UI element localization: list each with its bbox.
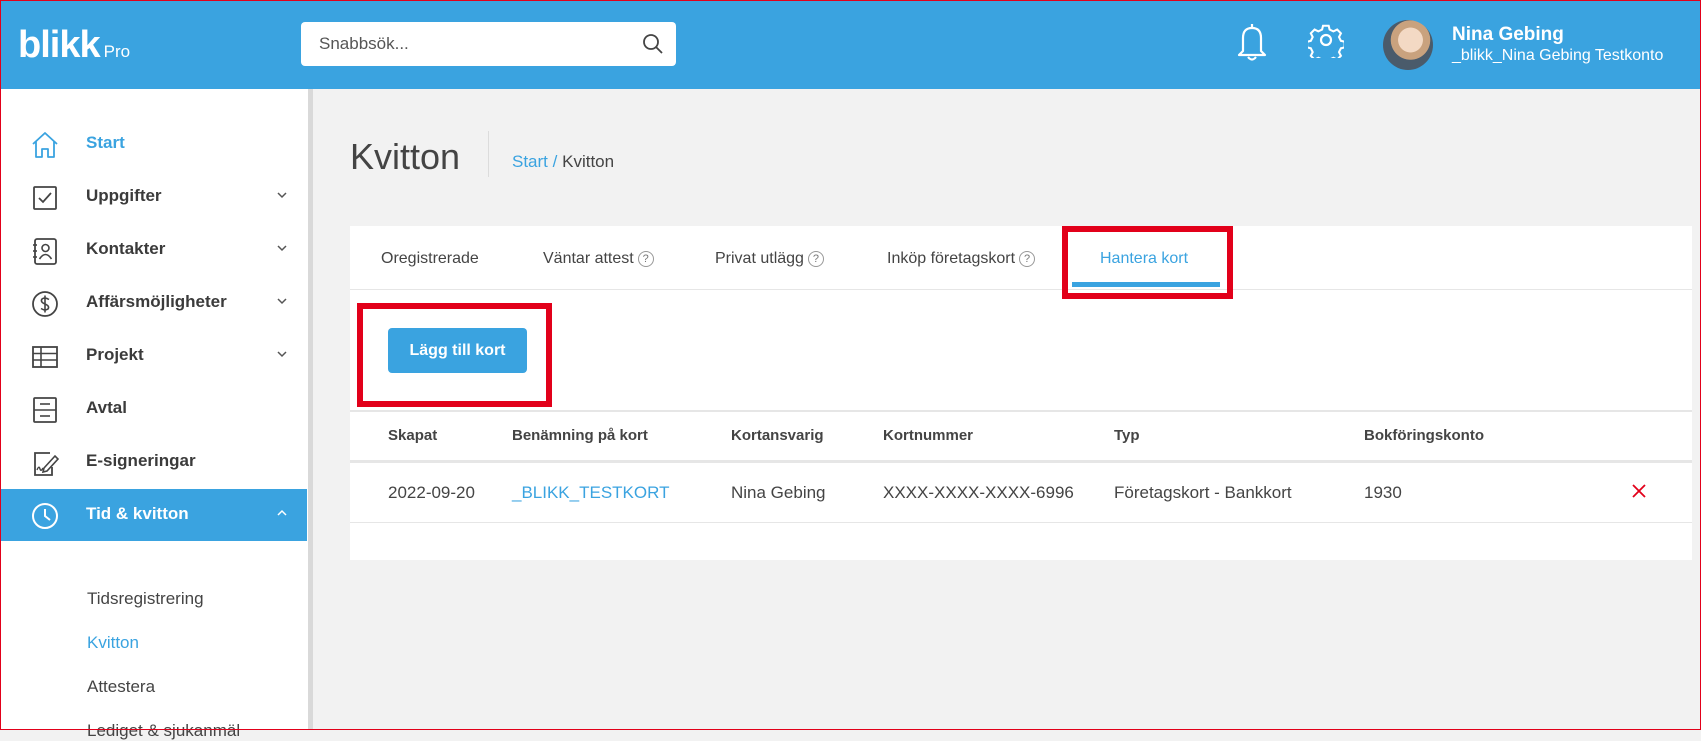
gear-icon[interactable]	[1308, 22, 1344, 58]
sidebar-subitem-tidsregistrering[interactable]: Tidsregistrering	[87, 589, 204, 609]
breadcrumb-start-link[interactable]: Start	[512, 152, 548, 171]
sidebar-item-uppgifter[interactable]: Uppgifter	[0, 171, 307, 223]
sidebar-subitem-kvitton[interactable]: Kvitton	[87, 633, 139, 653]
delete-icon[interactable]	[1631, 483, 1647, 499]
active-tab-indicator	[1072, 282, 1220, 287]
receipts-card: Oregistrerade Väntar attest? Privat utlä…	[350, 226, 1692, 560]
chevron-down-icon[interactable]	[276, 295, 288, 307]
contact-book-icon	[33, 238, 57, 265]
blikk-logo[interactable]: blikk Pro	[18, 24, 130, 67]
tab-oregistrerade[interactable]: Oregistrerade	[381, 250, 479, 268]
search-input[interactable]	[317, 33, 621, 55]
checkbox-icon	[33, 186, 57, 210]
column-header-kortnummer[interactable]: Kortnummer	[883, 427, 973, 444]
chevron-down-icon[interactable]	[276, 348, 288, 360]
column-header-bokforingskonto[interactable]: Bokföringskonto	[1364, 427, 1484, 444]
column-header-skapat[interactable]: Skapat	[388, 427, 437, 444]
page-title: Kvitton	[350, 136, 461, 177]
breadcrumb-current: Kvitton	[562, 152, 615, 171]
chevron-up-icon[interactable]	[276, 507, 288, 519]
sidebar-item-affarsmojligheter[interactable]: Affärsmöjligheter	[0, 277, 307, 329]
user-account[interactable]: _blikk_Nina Gebing Testkonto	[1452, 47, 1663, 65]
row-divider	[350, 522, 1692, 523]
sidebar-scrollbar[interactable]	[308, 89, 313, 730]
table-icon	[32, 346, 58, 368]
dollar-icon	[32, 291, 58, 317]
tab-inkop-foretagskort[interactable]: Inköp företagskort?	[887, 250, 1036, 268]
sidebar: Start Uppgifter Kontakter Affärsmöjlighe…	[0, 89, 311, 740]
breadcrumb-separator: /	[552, 152, 558, 171]
top-bar: blikkPro Nina Gebing _blikk_Nina Gebing …	[0, 0, 1701, 89]
signature-icon	[34, 452, 60, 476]
table-divider	[350, 410, 1692, 412]
cell-bokforingskonto: 1930	[1364, 483, 1402, 502]
sidebar-item-kontakter[interactable]: Kontakter	[0, 224, 307, 276]
tab-hantera-kort[interactable]: Hantera kort	[1100, 250, 1188, 268]
sidebar-item-e-signeringar[interactable]: E-signeringar	[0, 436, 307, 488]
cell-skapat: 2022-09-20	[388, 483, 475, 502]
clock-icon	[32, 503, 58, 529]
avatar[interactable]	[1383, 20, 1433, 70]
sidebar-item-projekt[interactable]: Projekt	[0, 330, 307, 382]
tab-bar: Oregistrerade Väntar attest? Privat utlä…	[350, 226, 1692, 290]
sidebar-item-avtal[interactable]: Avtal	[0, 383, 307, 435]
chevron-down-icon[interactable]	[276, 189, 288, 201]
card-name-link[interactable]: _BLIKK_TESTKORT	[512, 483, 669, 503]
search-icon[interactable]	[642, 33, 664, 55]
sidebar-subitem-ledighet[interactable]: Lediget & sjukanmäl	[87, 721, 240, 741]
breadcrumb: Start / Kvitton	[512, 152, 614, 172]
chevron-down-icon[interactable]	[276, 242, 288, 254]
cell-typ: Företagskort - Bankkort	[1114, 483, 1292, 502]
sidebar-subitem-attestera[interactable]: Attestera	[87, 677, 155, 697]
bell-icon[interactable]	[1234, 22, 1270, 62]
cell-kortansvarig: Nina Gebing	[731, 483, 826, 502]
tab-vantar-attest[interactable]: Väntar attest?	[543, 250, 654, 268]
title-divider	[488, 131, 489, 177]
help-icon[interactable]: ?	[637, 251, 654, 267]
user-name[interactable]: Nina Gebing	[1452, 24, 1564, 46]
tab-privat-utlagg[interactable]: Privat utlägg?	[715, 250, 824, 268]
table-header-divider	[350, 460, 1692, 463]
add-card-button[interactable]: Lägg till kort	[388, 328, 527, 373]
help-icon[interactable]: ?	[1019, 251, 1036, 267]
column-header-kortansvarig[interactable]: Kortansvarig	[731, 427, 824, 444]
home-icon	[32, 132, 58, 158]
sidebar-item-tid-kvitton[interactable]: Tid & kvitton	[0, 489, 307, 541]
column-header-typ[interactable]: Typ	[1114, 427, 1140, 444]
cell-kortnummer: XXXX-XXXX-XXXX-6996	[883, 483, 1074, 502]
column-header-benamning[interactable]: Benämning på kort	[512, 427, 648, 444]
help-icon[interactable]: ?	[807, 251, 824, 267]
contract-icon	[33, 397, 57, 423]
quick-search[interactable]	[301, 22, 676, 66]
sidebar-item-start[interactable]: Start	[0, 118, 307, 170]
